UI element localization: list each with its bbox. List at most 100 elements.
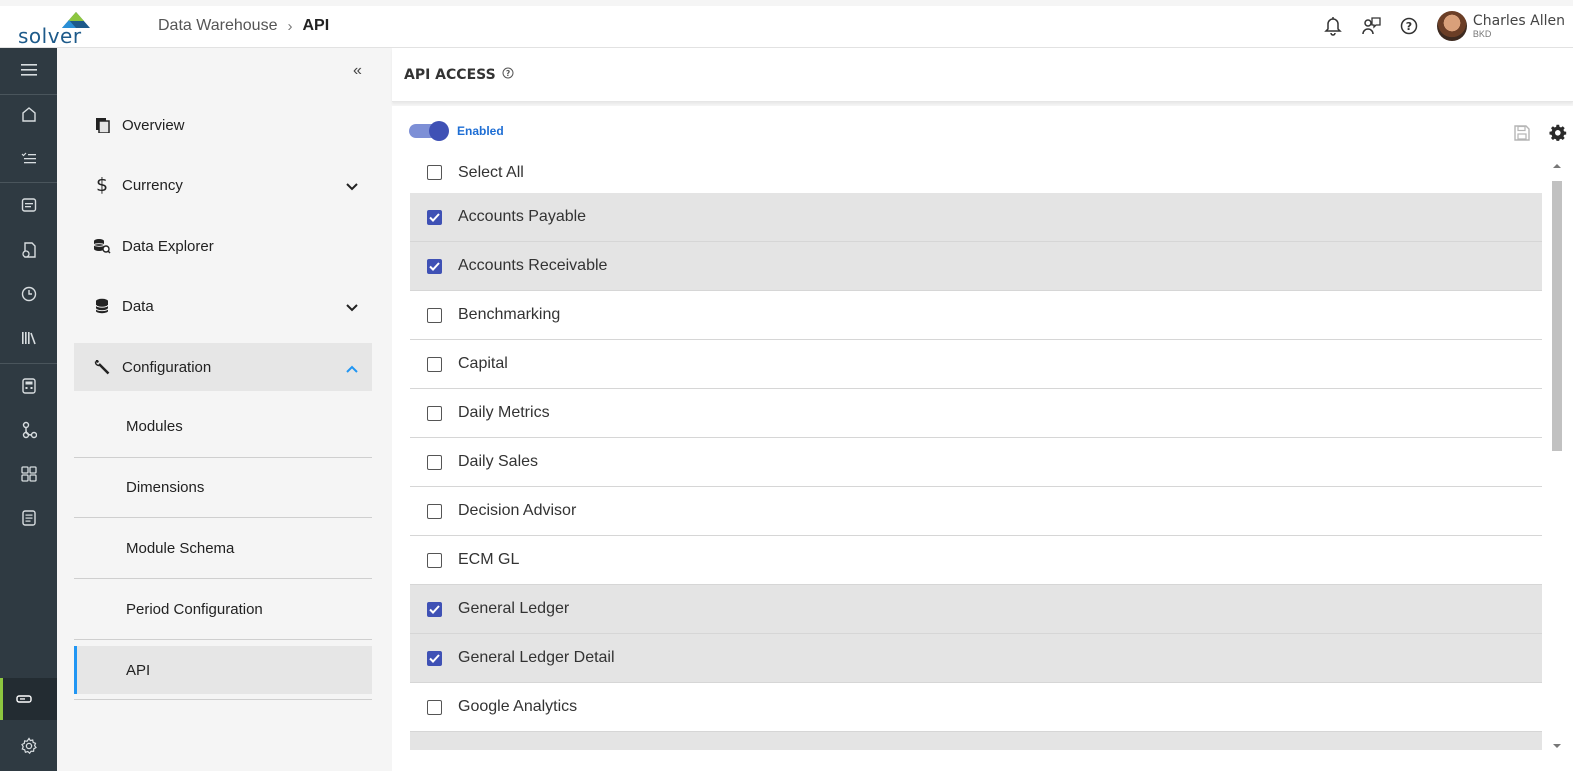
rail-divider xyxy=(0,363,57,364)
module-checkbox[interactable] xyxy=(427,454,442,470)
user-name: Charles Allen xyxy=(1472,12,1565,29)
home-icon[interactable] xyxy=(0,96,57,132)
toggle-track[interactable] xyxy=(409,121,449,141)
check-icon xyxy=(429,212,440,222)
sub-item-module-schema[interactable]: Module Schema xyxy=(74,524,372,572)
scroll-thumb[interactable] xyxy=(1552,181,1562,451)
module-checkbox[interactable] xyxy=(427,601,442,617)
module-checkbox[interactable] xyxy=(427,699,442,715)
page-title-text: API ACCESS xyxy=(404,67,496,83)
warehouse-nav-active[interactable] xyxy=(0,678,57,720)
api-access-panel: Enabled Select All Accounts Payable Accou… xyxy=(392,106,1573,771)
content-header: API ACCESS ? xyxy=(392,48,1573,102)
module-checkbox[interactable] xyxy=(427,650,442,666)
dashboard-icon[interactable] xyxy=(0,456,57,492)
divider xyxy=(74,578,372,579)
rail-divider xyxy=(0,182,57,183)
module-row[interactable]: Daily Sales xyxy=(410,438,1542,487)
library-icon[interactable] xyxy=(0,320,57,356)
sub-item-api[interactable]: API xyxy=(74,646,372,694)
nav-item-overview[interactable]: Overview xyxy=(74,101,372,149)
workflow-icon[interactable] xyxy=(0,412,57,448)
module-label: Daily Metrics xyxy=(458,404,550,421)
settings-icon[interactable] xyxy=(0,728,57,764)
module-row[interactable]: Accounts Payable xyxy=(410,193,1542,242)
select-all-row[interactable]: Select All xyxy=(410,152,1542,193)
module-label: Decision Advisor xyxy=(458,502,577,519)
module-row[interactable]: Google Analytics xyxy=(410,683,1542,732)
menu-icon[interactable] xyxy=(0,52,57,88)
divider xyxy=(74,457,372,458)
chevron-down-icon[interactable] xyxy=(346,299,358,316)
module-checkbox[interactable] xyxy=(427,503,442,519)
user-menu[interactable]: Charles Allen BKD xyxy=(1436,11,1565,41)
sub-item-modules[interactable]: Modules xyxy=(74,402,372,450)
module-checkbox[interactable] xyxy=(427,405,442,421)
module-row[interactable]: Daily Metrics xyxy=(410,389,1542,438)
nav-item-label: Data xyxy=(122,297,154,315)
module-row[interactable]: General Ledger Detail xyxy=(410,634,1542,683)
logo-text: solver xyxy=(18,24,82,48)
module-checkbox[interactable] xyxy=(427,258,442,274)
nav-item-configuration[interactable]: Configuration xyxy=(74,343,372,391)
top-bar: solver Data Warehouse › API ? Charles Al… xyxy=(0,6,1573,48)
module-checkbox[interactable] xyxy=(427,552,442,568)
calculator-icon[interactable] xyxy=(0,368,57,404)
gear-icon[interactable] xyxy=(1549,124,1567,147)
solver-logo[interactable]: solver xyxy=(18,12,98,48)
tasks-icon[interactable] xyxy=(0,140,57,176)
module-checkbox[interactable] xyxy=(427,356,442,372)
sub-item-dimensions[interactable]: Dimensions xyxy=(74,463,372,511)
help-icon[interactable]: ? xyxy=(1399,16,1419,36)
save-icon[interactable] xyxy=(1513,124,1531,147)
scroll-up-icon[interactable] xyxy=(1553,163,1561,169)
module-label: Benchmarking xyxy=(458,306,561,323)
help-icon[interactable]: ? xyxy=(502,67,514,83)
breadcrumb-parent[interactable]: Data Warehouse xyxy=(158,17,277,35)
module-label: General Ledger xyxy=(458,600,570,617)
check-icon xyxy=(429,604,440,614)
module-row[interactable]: Accounts Receivable xyxy=(410,242,1542,291)
nav-item-data-explorer[interactable]: Data Explorer xyxy=(74,222,372,270)
module-row[interactable]: Capital xyxy=(410,340,1542,389)
module-label: ECM GL xyxy=(458,551,520,568)
module-checkbox[interactable] xyxy=(427,307,442,323)
chat-icon[interactable] xyxy=(1361,16,1381,36)
forms-icon[interactable] xyxy=(0,232,57,268)
overview-icon xyxy=(89,117,115,133)
module-checkbox[interactable] xyxy=(427,209,442,225)
sub-item-period-configuration[interactable]: Period Configuration xyxy=(74,585,372,633)
module-row[interactable]: General Ledger xyxy=(410,585,1542,634)
scrollbar[interactable] xyxy=(1550,161,1564,751)
documents-icon[interactable] xyxy=(0,500,57,536)
check-icon xyxy=(429,653,440,663)
module-row-partial[interactable] xyxy=(410,732,1542,750)
divider xyxy=(74,517,372,518)
scroll-down-icon[interactable] xyxy=(1553,743,1561,749)
svg-text:?: ? xyxy=(505,69,509,78)
module-row[interactable]: ECM GL xyxy=(410,536,1542,585)
module-row[interactable]: Benchmarking xyxy=(410,291,1542,340)
nav-item-label: Configuration xyxy=(122,358,212,376)
warehouse-icon xyxy=(16,692,32,711)
breadcrumb-current: API xyxy=(302,17,330,34)
page-title: API ACCESS ? xyxy=(404,67,514,83)
select-all-checkbox[interactable] xyxy=(427,165,442,180)
nav-item-currency[interactable]: $ Currency xyxy=(74,161,372,209)
nav-item-label: Data Explorer xyxy=(122,237,214,255)
api-enabled-toggle[interactable]: Enabled xyxy=(409,121,504,141)
module-row[interactable]: Decision Advisor xyxy=(410,487,1542,536)
chevron-up-icon[interactable] xyxy=(346,360,358,377)
toggle-knob[interactable] xyxy=(429,121,449,141)
check-icon xyxy=(429,261,440,271)
chevron-down-icon[interactable] xyxy=(346,178,358,195)
collapse-panel-button[interactable]: « xyxy=(353,62,362,80)
bell-icon[interactable] xyxy=(1323,16,1343,36)
history-icon[interactable] xyxy=(0,276,57,312)
nav-item-data[interactable]: Data xyxy=(74,282,372,330)
divider xyxy=(74,699,372,700)
module-label: General Ledger Detail xyxy=(458,649,615,666)
dollar-icon: $ xyxy=(95,174,109,196)
reports-icon[interactable] xyxy=(0,187,57,223)
avatar[interactable] xyxy=(1436,11,1467,41)
